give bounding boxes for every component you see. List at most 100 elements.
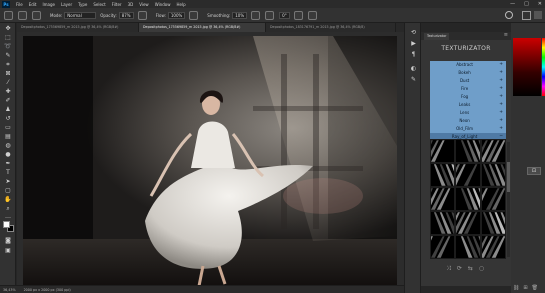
texture-thumbnail[interactable] xyxy=(481,236,505,258)
history-panel-icon[interactable]: ⟲ xyxy=(410,29,417,36)
quick-mask-icon[interactable]: ◙ xyxy=(4,237,12,244)
pressure-size-icon[interactable] xyxy=(293,10,303,20)
frame-tool-icon[interactable]: ⊠ xyxy=(4,70,12,77)
smoothing-field[interactable]: 10% xyxy=(232,11,248,19)
document-tab[interactable]: Depositphotos_183176791_m 2015.jpg @ 36,… xyxy=(266,23,396,32)
texture-thumbnail[interactable] xyxy=(431,164,455,186)
category-old-film[interactable]: Old_Film + xyxy=(430,124,506,133)
actions-panel-icon[interactable]: ▶ xyxy=(410,40,417,47)
texture-thumbnail[interactable] xyxy=(481,164,505,186)
home-icon[interactable] xyxy=(4,10,13,20)
texture-thumbnail[interactable] xyxy=(481,212,505,234)
pressure-opacity-icon[interactable] xyxy=(137,10,147,20)
thumbnail-scrollbar[interactable] xyxy=(507,142,510,257)
texture-thumbnail[interactable] xyxy=(456,140,480,162)
dodge-tool-icon[interactable]: ● xyxy=(4,151,12,158)
menu-edit[interactable]: Edit xyxy=(29,2,37,7)
maximize-button[interactable]: □ xyxy=(524,1,529,7)
texture-thumbnail[interactable] xyxy=(431,140,455,162)
type-tool-icon[interactable]: T xyxy=(4,169,12,176)
angle-icon[interactable] xyxy=(265,10,275,20)
flow-field[interactable]: 100% xyxy=(167,11,186,19)
category-dust[interactable]: Dust + xyxy=(430,76,506,85)
document-photo[interactable] xyxy=(23,36,397,286)
zoom-level[interactable]: 36,43% xyxy=(3,288,16,292)
menu-3d[interactable]: 3D xyxy=(128,2,134,7)
search-icon[interactable] xyxy=(505,11,513,19)
color-picker-field[interactable] xyxy=(513,38,541,96)
texture-thumbnail[interactable] xyxy=(431,236,455,258)
flip-icon[interactable]: ⇆ xyxy=(468,265,473,273)
delete-layer-icon[interactable]: 🗑 xyxy=(532,285,538,291)
share-icon[interactable] xyxy=(522,11,531,20)
move-tool-icon[interactable]: ✥ xyxy=(4,25,12,32)
document-info[interactable]: 2000 px x 2000 px (300 ppi) xyxy=(24,288,71,292)
lock-icon[interactable]: ⊡ xyxy=(527,167,541,175)
paragraph-panel-icon[interactable]: ¶ xyxy=(410,51,417,58)
airbrush-icon[interactable] xyxy=(189,10,199,20)
category-fire[interactable]: Fire + xyxy=(430,84,506,93)
quick-select-tool-icon[interactable]: ✎ xyxy=(4,52,12,59)
menu-view[interactable]: View xyxy=(139,2,149,7)
pen-tool-icon[interactable]: ✒ xyxy=(4,160,12,167)
category-neon[interactable]: Neon + xyxy=(430,116,506,125)
texture-thumbnail[interactable] xyxy=(456,236,480,258)
brush-panel-icon[interactable]: ✎ xyxy=(410,76,417,83)
brush-tool-icon[interactable]: ✐ xyxy=(4,97,12,104)
angle-field[interactable]: 0° xyxy=(279,11,290,19)
minimize-button[interactable]: — xyxy=(510,1,515,7)
menu-type[interactable]: Type xyxy=(78,2,87,7)
shuffle-icon[interactable]: ⤨ xyxy=(446,265,451,273)
zoom-tool-icon[interactable]: ⌕ xyxy=(4,205,12,212)
menu-filter[interactable]: Filter xyxy=(112,2,122,7)
adjustments-panel-icon[interactable]: ◐ xyxy=(410,65,417,72)
symmetry-icon[interactable] xyxy=(307,10,317,20)
smoothing-settings-icon[interactable] xyxy=(251,10,261,20)
category-fog[interactable]: Fog + xyxy=(430,92,506,101)
eyedropper-tool-icon[interactable]: ⁄ xyxy=(4,79,12,86)
menu-window[interactable]: Window xyxy=(155,2,171,7)
opacity-field[interactable]: 87% xyxy=(118,11,134,19)
texture-thumbnail[interactable] xyxy=(431,212,455,234)
gradient-tool-icon[interactable]: ▤ xyxy=(4,133,12,140)
document-tab[interactable]: Depositphotos_175569859_m 2015.jpg @ 36,… xyxy=(17,23,139,32)
brush-settings-icon[interactable] xyxy=(32,10,41,20)
healing-tool-icon[interactable]: ✚ xyxy=(4,88,12,95)
category-leaks[interactable]: Leaks + xyxy=(430,100,506,109)
scrollbar-thumb[interactable] xyxy=(507,162,510,192)
texture-thumbnail[interactable] xyxy=(456,164,480,186)
reset-icon[interactable]: ○ xyxy=(479,265,484,273)
lasso-tool-icon[interactable]: ➰ xyxy=(4,43,12,50)
menu-layer[interactable]: Layer xyxy=(61,2,72,7)
texture-thumbnail[interactable] xyxy=(456,212,480,234)
category-bokeh[interactable]: Bokeh + xyxy=(430,68,506,77)
blur-tool-icon[interactable]: ◍ xyxy=(4,142,12,149)
tab-texturizator[interactable]: Texturizator xyxy=(424,33,450,40)
close-button[interactable]: ✕ xyxy=(538,1,542,7)
hand-tool-icon[interactable]: ✋ xyxy=(4,196,12,203)
workspace-icon[interactable] xyxy=(534,11,542,19)
texture-thumbnail[interactable] xyxy=(456,188,480,210)
category-abstract[interactable]: Abstract + xyxy=(430,61,506,69)
brush-preset-icon[interactable] xyxy=(18,10,27,20)
texture-thumbnail[interactable] xyxy=(481,188,505,210)
canvas-area[interactable] xyxy=(17,32,404,286)
new-layer-icon[interactable]: ⊞ xyxy=(523,285,527,291)
mode-select[interactable]: Normal xyxy=(64,11,97,19)
clone-stamp-tool-icon[interactable]: ♟ xyxy=(4,106,12,113)
marquee-tool-icon[interactable]: ⬚ xyxy=(4,34,12,41)
foreground-color-swatch[interactable] xyxy=(3,221,10,228)
document-tab-active[interactable]: Depositphotos_175569859_m 2015.jpg @ 36,… xyxy=(139,23,266,32)
menu-select[interactable]: Select xyxy=(93,2,105,7)
shape-tool-icon[interactable]: ▢ xyxy=(4,187,12,194)
photoshop-logo[interactable]: Ps xyxy=(2,0,10,8)
menu-image[interactable]: Image xyxy=(42,2,55,7)
menu-file[interactable]: File xyxy=(16,2,23,7)
link-layers-icon[interactable]: ⛓ xyxy=(513,285,519,291)
category-lens[interactable]: Lens + xyxy=(430,108,506,117)
texture-thumbnail[interactable] xyxy=(431,188,455,210)
history-brush-tool-icon[interactable]: ↺ xyxy=(4,115,12,122)
more-tools-icon[interactable]: … xyxy=(4,213,12,220)
texture-thumbnail[interactable] xyxy=(481,140,505,162)
menu-help[interactable]: Help xyxy=(176,2,185,7)
